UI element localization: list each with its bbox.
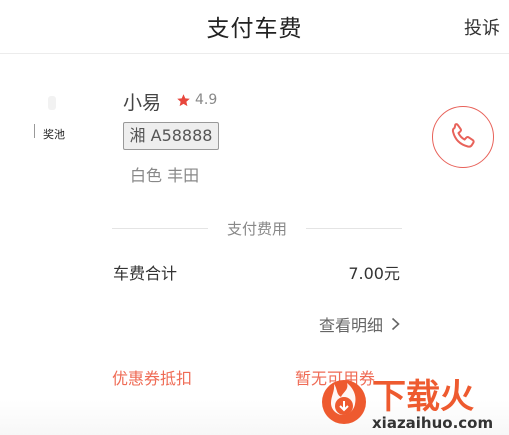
view-details-label: 查看明细	[318, 316, 383, 335]
page-title: 支付车费	[206, 16, 303, 42]
car-description: 白色 丰田	[130, 166, 200, 185]
driver-name: 小易	[123, 92, 162, 114]
license-plate: 湘 A58888	[123, 122, 219, 150]
phone-icon	[451, 123, 475, 148]
coupon-deduction-label: 优惠券抵扣	[112, 369, 193, 388]
star-icon	[177, 93, 190, 106]
driver-rating: 4.9	[176, 92, 217, 108]
avatar-image	[48, 96, 56, 110]
divider-line-right	[306, 228, 402, 229]
view-details-link[interactable]: 查看明细	[319, 312, 400, 336]
payment-section-header: 支付费用	[112, 218, 402, 238]
reward-pool-badge: 奖池	[43, 128, 65, 141]
fare-total-amount: 7.00元	[348, 264, 400, 283]
complain-button[interactable]: 投诉	[464, 14, 500, 40]
pay-fare-screen: 支付车费 投诉 奖池 小易 4.9 湘 A58888 白色 丰田 支付费用 车费…	[0, 0, 509, 435]
call-driver-button[interactable]	[432, 106, 494, 168]
watermark-logo-icon: 下载火 xiazaihuo.com	[322, 377, 493, 432]
rating-score: 4.9	[195, 92, 218, 108]
watermark: 下载火 xiazaihuo.com	[318, 362, 509, 435]
driver-avatar: 奖池	[34, 92, 74, 152]
watermark-domain: xiazaihuo.com	[372, 414, 493, 432]
header-bar: 支付车费 投诉	[0, 0, 509, 54]
watermark-brand: 下载火	[372, 377, 474, 417]
chevron-right-icon	[391, 317, 400, 331]
fare-total-label: 车费合计	[113, 264, 178, 283]
badge-divider	[34, 124, 35, 138]
